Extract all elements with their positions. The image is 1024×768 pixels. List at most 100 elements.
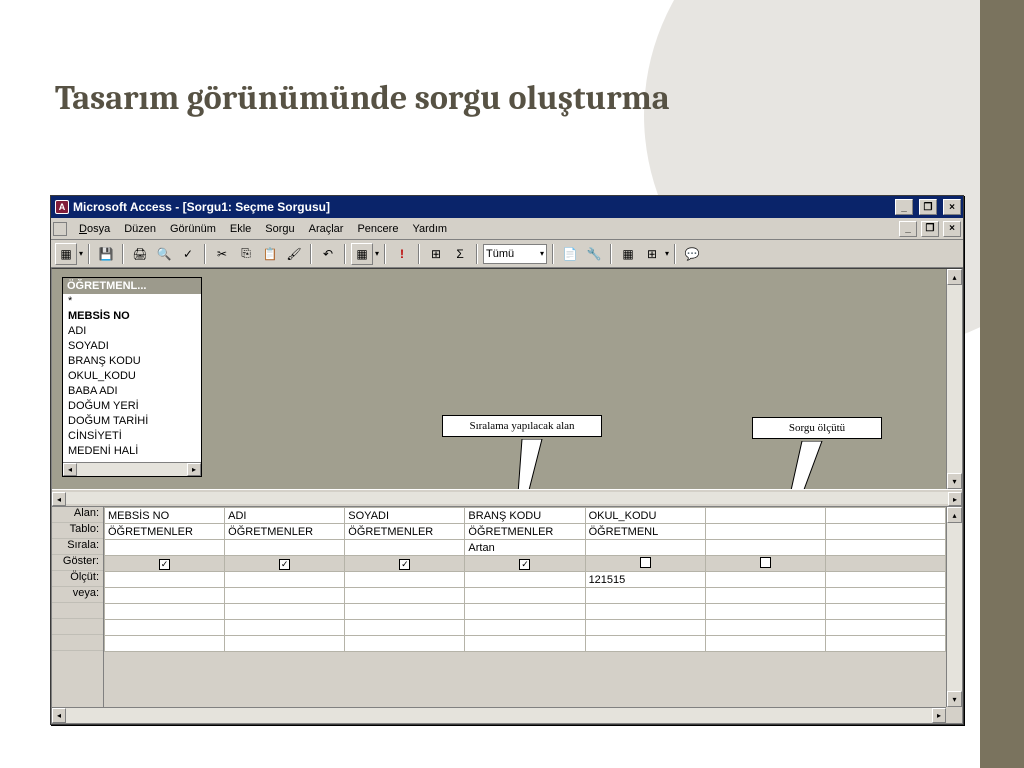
show-checkbox[interactable]	[640, 557, 651, 568]
menu-edit[interactable]: Düzen	[118, 221, 162, 237]
grid-cell[interactable]: ÖĞRETMENLER	[105, 524, 225, 540]
field-list-hscroll[interactable]: ◂ ▸	[63, 462, 201, 476]
undo-button[interactable]: ↶	[317, 243, 339, 265]
field-item[interactable]: BRANŞ KODU	[63, 354, 201, 369]
help-button[interactable]: 💬	[681, 243, 703, 265]
scroll-track[interactable]	[947, 523, 962, 691]
grid-cell[interactable]	[585, 636, 705, 652]
query-grid[interactable]: MEBSİS NOADISOYADIBRANŞ KODUOKUL_KODUÖĞR…	[104, 507, 946, 707]
grid-cell[interactable]	[705, 540, 825, 556]
grid-cell[interactable]	[825, 572, 945, 588]
grid-cell[interactable]	[825, 556, 945, 572]
top-values-combo[interactable]: Tümü▾	[483, 244, 547, 264]
scroll-down-button[interactable]: ▾	[947, 691, 962, 707]
grid-cell[interactable]	[705, 588, 825, 604]
grid-cell[interactable]	[585, 556, 705, 572]
field-item[interactable]: ADI	[63, 324, 201, 339]
grid-cell[interactable]	[225, 572, 345, 588]
grid-cell[interactable]	[825, 540, 945, 556]
grid-cell[interactable]	[225, 636, 345, 652]
grid-cell[interactable]: OKUL_KODU	[585, 508, 705, 524]
grid-cell[interactable]	[105, 540, 225, 556]
scroll-track[interactable]	[77, 463, 187, 476]
grid-cell[interactable]	[465, 604, 585, 620]
mdi-minimize-button[interactable]: _	[899, 221, 917, 237]
grid-cell[interactable]	[585, 620, 705, 636]
show-checkbox[interactable]	[399, 559, 410, 570]
grid-cell[interactable]	[225, 540, 345, 556]
build-button[interactable]: 🔧	[583, 243, 605, 265]
scroll-track[interactable]	[66, 708, 932, 723]
scroll-up-button[interactable]: ▴	[947, 507, 962, 523]
grid-cell[interactable]	[225, 620, 345, 636]
field-item[interactable]: BABA ADI	[63, 384, 201, 399]
grid-cell[interactable]	[585, 604, 705, 620]
new-object-button[interactable]: ⊞	[641, 243, 663, 265]
query-type-button[interactable]: ▦	[351, 243, 373, 265]
upper-vscroll[interactable]: ▴ ▾	[946, 269, 962, 489]
grid-cell[interactable]	[585, 540, 705, 556]
grid-cell[interactable]	[585, 588, 705, 604]
scroll-right-button[interactable]: ▸	[948, 492, 962, 506]
grid-cell[interactable]	[105, 636, 225, 652]
menu-help[interactable]: Yardım	[406, 221, 453, 237]
grid-cell[interactable]	[345, 556, 465, 572]
show-checkbox[interactable]	[760, 557, 771, 568]
show-table-button[interactable]: ⊞	[425, 243, 447, 265]
grid-cell[interactable]: MEBSİS NO	[105, 508, 225, 524]
grid-cell[interactable]: ÖĞRETMENLER	[345, 524, 465, 540]
field-list[interactable]: *MEBSİS NOADISOYADIBRANŞ KODUOKUL_KODUBA…	[63, 294, 201, 462]
grid-hscroll[interactable]: ◂ ▸	[52, 707, 946, 723]
grid-cell[interactable]	[105, 572, 225, 588]
properties-button[interactable]: 📄	[559, 243, 581, 265]
grid-cell[interactable]: ÖĞRETMENL	[585, 524, 705, 540]
scroll-up-button[interactable]: ▴	[947, 269, 962, 285]
grid-cell[interactable]	[825, 636, 945, 652]
print-button[interactable]: 🖨	[129, 243, 151, 265]
field-item[interactable]: OKUL_KODU	[63, 369, 201, 384]
scroll-right-button[interactable]: ▸	[932, 708, 946, 723]
grid-cell[interactable]	[345, 572, 465, 588]
grid-cell[interactable]	[225, 588, 345, 604]
scroll-left-button[interactable]: ◂	[52, 492, 66, 506]
menu-insert[interactable]: Ekle	[224, 221, 257, 237]
field-item[interactable]: CİNSİYETİ	[63, 429, 201, 444]
run-button[interactable]: !	[391, 243, 413, 265]
close-button[interactable]: ×	[943, 199, 961, 215]
table-diagram-pane[interactable]: ÖĞRETMENL... *MEBSİS NOADISOYADIBRANŞ KO…	[52, 269, 946, 489]
view-button[interactable]: ▦	[55, 243, 77, 265]
grid-cell[interactable]	[465, 636, 585, 652]
grid-cell[interactable]	[225, 556, 345, 572]
grid-cell[interactable]	[705, 572, 825, 588]
mdi-system-icon[interactable]	[53, 222, 67, 236]
grid-cell[interactable]	[345, 620, 465, 636]
save-button[interactable]: 💾	[95, 243, 117, 265]
format-painter-button[interactable]: 🖌	[283, 243, 305, 265]
show-checkbox[interactable]	[519, 559, 530, 570]
grid-cell[interactable]: Artan	[465, 540, 585, 556]
grid-cell[interactable]	[825, 604, 945, 620]
field-item[interactable]: MEDENİ HALİ	[63, 444, 201, 459]
grid-cell[interactable]	[825, 508, 945, 524]
show-checkbox[interactable]	[279, 559, 290, 570]
grid-cell[interactable]: ADI	[225, 508, 345, 524]
grid-cell[interactable]	[705, 620, 825, 636]
paste-button[interactable]: 📋	[259, 243, 281, 265]
menu-view[interactable]: Görünüm	[164, 221, 222, 237]
grid-cell[interactable]	[465, 556, 585, 572]
grid-cell[interactable]: ÖĞRETMENLER	[225, 524, 345, 540]
grid-cell[interactable]: ÖĞRETMENLER	[465, 524, 585, 540]
grid-cell[interactable]	[825, 524, 945, 540]
grid-cell[interactable]	[705, 524, 825, 540]
grid-cell[interactable]	[825, 588, 945, 604]
scroll-track[interactable]	[947, 285, 962, 473]
grid-cell[interactable]	[345, 604, 465, 620]
menu-query[interactable]: Sorgu	[259, 221, 300, 237]
mdi-restore-button[interactable]: ❐	[921, 221, 939, 237]
restore-button[interactable]: ❐	[919, 199, 937, 215]
lower-vscroll[interactable]: ▴ ▾	[946, 507, 962, 707]
field-item[interactable]: DOĞUM TARİHİ	[63, 414, 201, 429]
grid-cell[interactable]: BRANŞ KODU	[465, 508, 585, 524]
table-field-list[interactable]: ÖĞRETMENL... *MEBSİS NOADISOYADIBRANŞ KO…	[62, 277, 202, 477]
grid-cell[interactable]	[345, 540, 465, 556]
